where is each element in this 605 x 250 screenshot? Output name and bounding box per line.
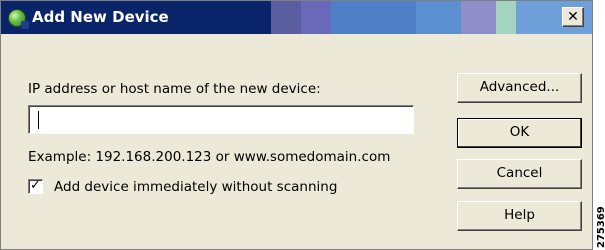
ip-address-label: IP address or host name of the new devic… xyxy=(28,81,321,97)
close-button[interactable]: ✕ xyxy=(562,7,584,27)
cancel-button[interactable]: Cancel xyxy=(457,159,582,189)
text-caret xyxy=(38,111,39,129)
close-icon: ✕ xyxy=(567,9,579,25)
checkmark-icon: ✓ xyxy=(30,178,41,193)
add-immediately-checkbox[interactable]: ✓ xyxy=(28,178,43,194)
title-bar[interactable]: Add New Device ✕ xyxy=(1,1,592,34)
add-immediately-label[interactable]: Add device immediately without scanning xyxy=(54,179,337,195)
figure-id: 275369 xyxy=(596,206,605,248)
dialog-title: Add New Device xyxy=(32,8,169,26)
device-globe-icon xyxy=(8,9,29,29)
example-hint: Example: 192.168.200.123 or www.somedoma… xyxy=(28,149,391,165)
ok-button[interactable]: OK xyxy=(457,118,582,148)
help-button[interactable]: Help xyxy=(457,201,582,231)
advanced-button[interactable]: Advanced... xyxy=(457,73,582,103)
add-device-dialog: Add New Device ✕ IP address or host name… xyxy=(0,0,593,250)
ip-address-input[interactable] xyxy=(28,105,414,134)
